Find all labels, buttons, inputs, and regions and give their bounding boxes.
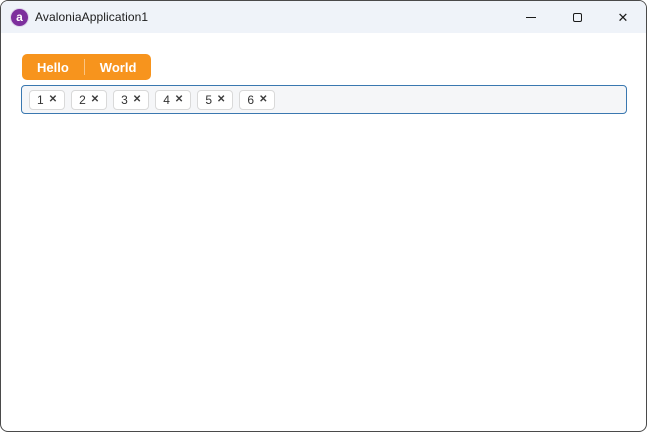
chip-1: 1 ✕ [29,89,66,110]
minimize-button[interactable] [508,1,554,33]
chip-3: 3 ✕ [113,89,150,110]
tab-hello[interactable]: Hello [22,54,84,80]
chip-remove-icon[interactable]: ✕ [259,94,267,105]
titlebar[interactable]: a AvaloniaApplication1 ✕ [1,1,646,33]
app-window: a AvaloniaApplication1 ✕ Hello World 1 ✕ [0,0,647,432]
chip-remove-icon[interactable]: ✕ [133,94,141,105]
chip-label: 2 [79,92,86,107]
chip-2: 2 ✕ [71,89,108,110]
minimize-icon [526,16,536,18]
chip-6: 6 ✕ [239,89,276,110]
chip-label: 5 [205,92,212,107]
maximize-button[interactable] [554,1,600,33]
chip-remove-icon[interactable]: ✕ [217,94,225,105]
close-icon: ✕ [617,9,629,25]
chip-remove-icon[interactable]: ✕ [49,94,57,105]
close-button[interactable]: ✕ [600,1,646,33]
window-controls: ✕ [508,1,646,33]
chip-label: 1 [37,92,44,107]
chip-remove-icon[interactable]: ✕ [175,94,183,105]
chip-5: 5 ✕ [197,89,234,110]
avalonia-logo-icon: a [11,8,28,26]
tab-world[interactable]: World [85,54,152,80]
chip-label: 3 [121,92,128,107]
tab-strip: Hello World [22,54,152,80]
maximize-icon [572,12,582,22]
window-title: AvaloniaApplication1 [35,10,149,24]
chip-label: 4 [163,92,170,107]
window-content: Hello World 1 ✕ 2 ✕ 3 ✕ 4 ✕ 5 ✕ 6 ✕ [1,33,646,114]
chip-label: 6 [247,92,255,107]
chips-container[interactable]: 1 ✕ 2 ✕ 3 ✕ 4 ✕ 5 ✕ 6 ✕ [21,85,627,114]
chip-4: 4 ✕ [155,89,192,110]
chip-remove-icon[interactable]: ✕ [91,94,99,105]
